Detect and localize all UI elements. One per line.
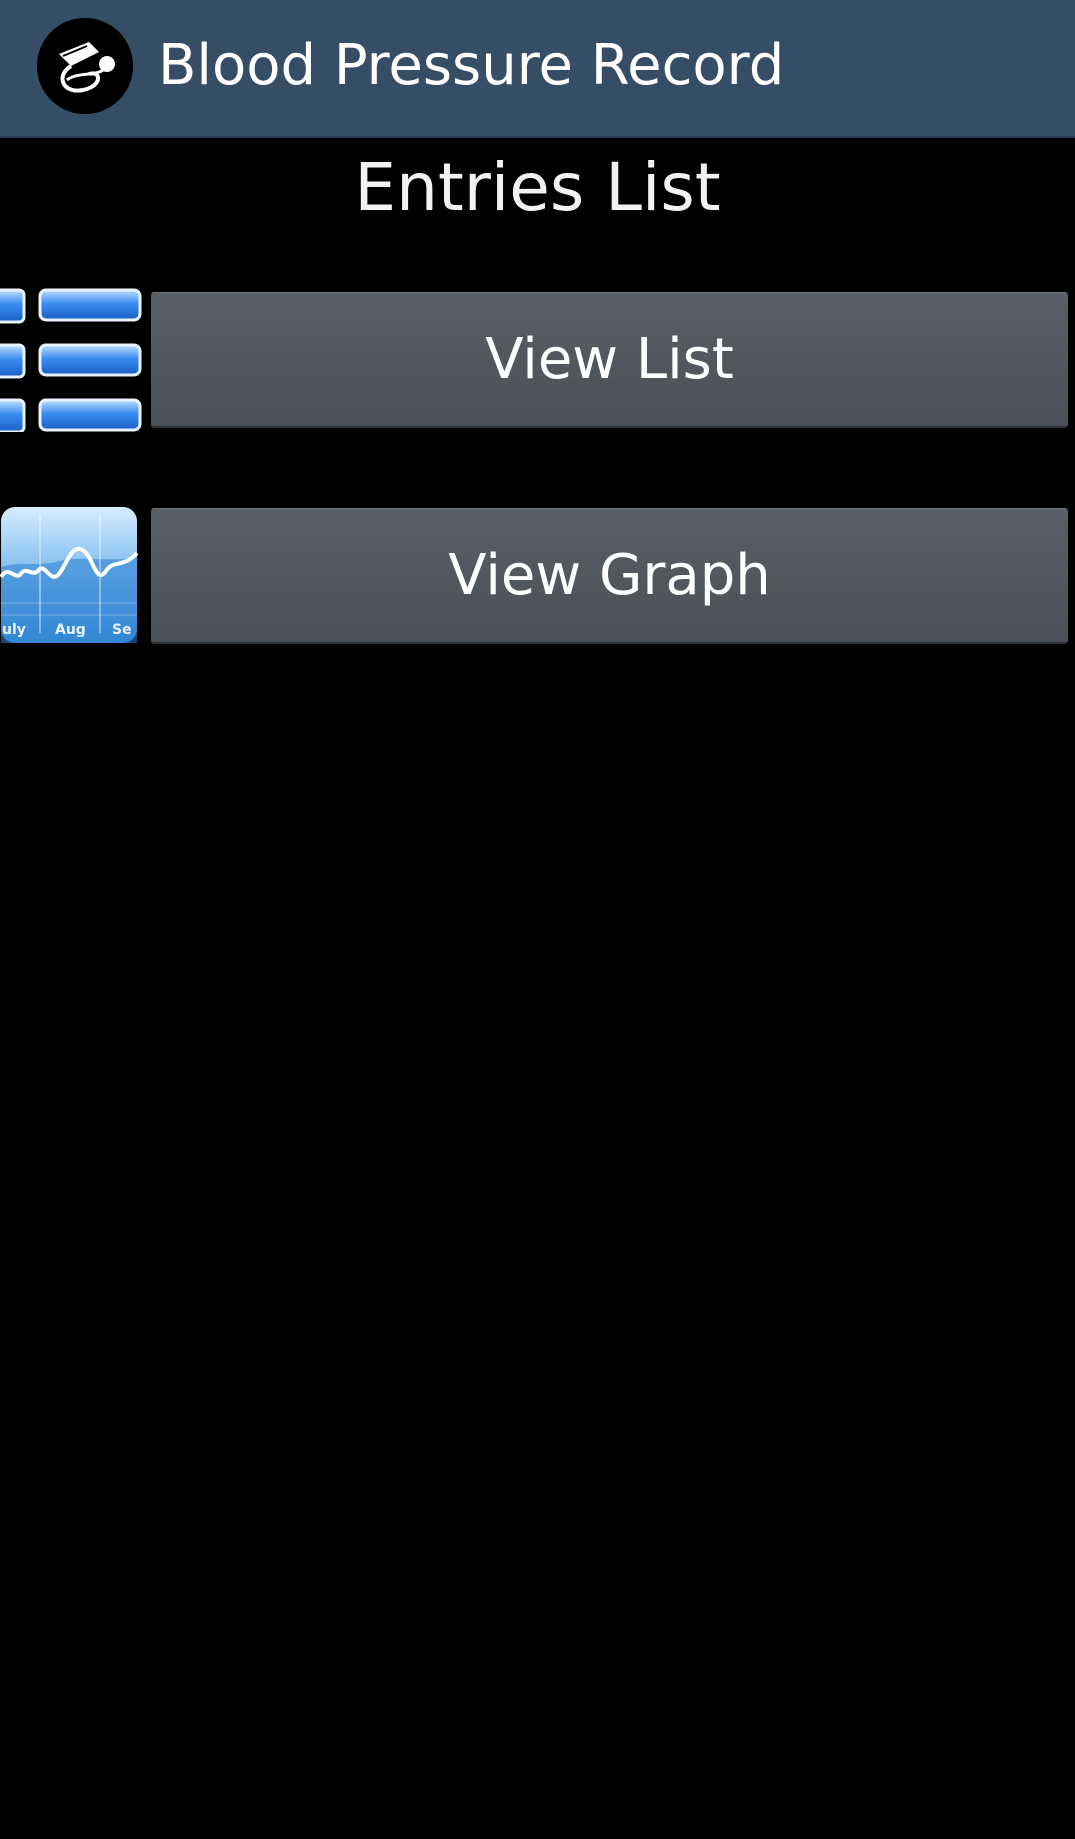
action-bar: Blood Pressure Record <box>0 0 1075 138</box>
view-list-button[interactable]: View List <box>151 292 1068 428</box>
graph-icon-label-aug: Aug <box>55 622 86 638</box>
graph-icon-label-sep: Se <box>112 622 132 638</box>
page-title: Entries List <box>354 149 721 226</box>
graph-icon: uly Aug Se <box>0 505 140 645</box>
graph-icon-label-july: uly <box>2 622 26 638</box>
app-title: Blood Pressure Record <box>158 33 785 98</box>
list-icon <box>0 286 142 434</box>
blood-pressure-cuff-icon[interactable] <box>37 18 133 114</box>
view-graph-button[interactable]: View Graph <box>151 508 1068 644</box>
